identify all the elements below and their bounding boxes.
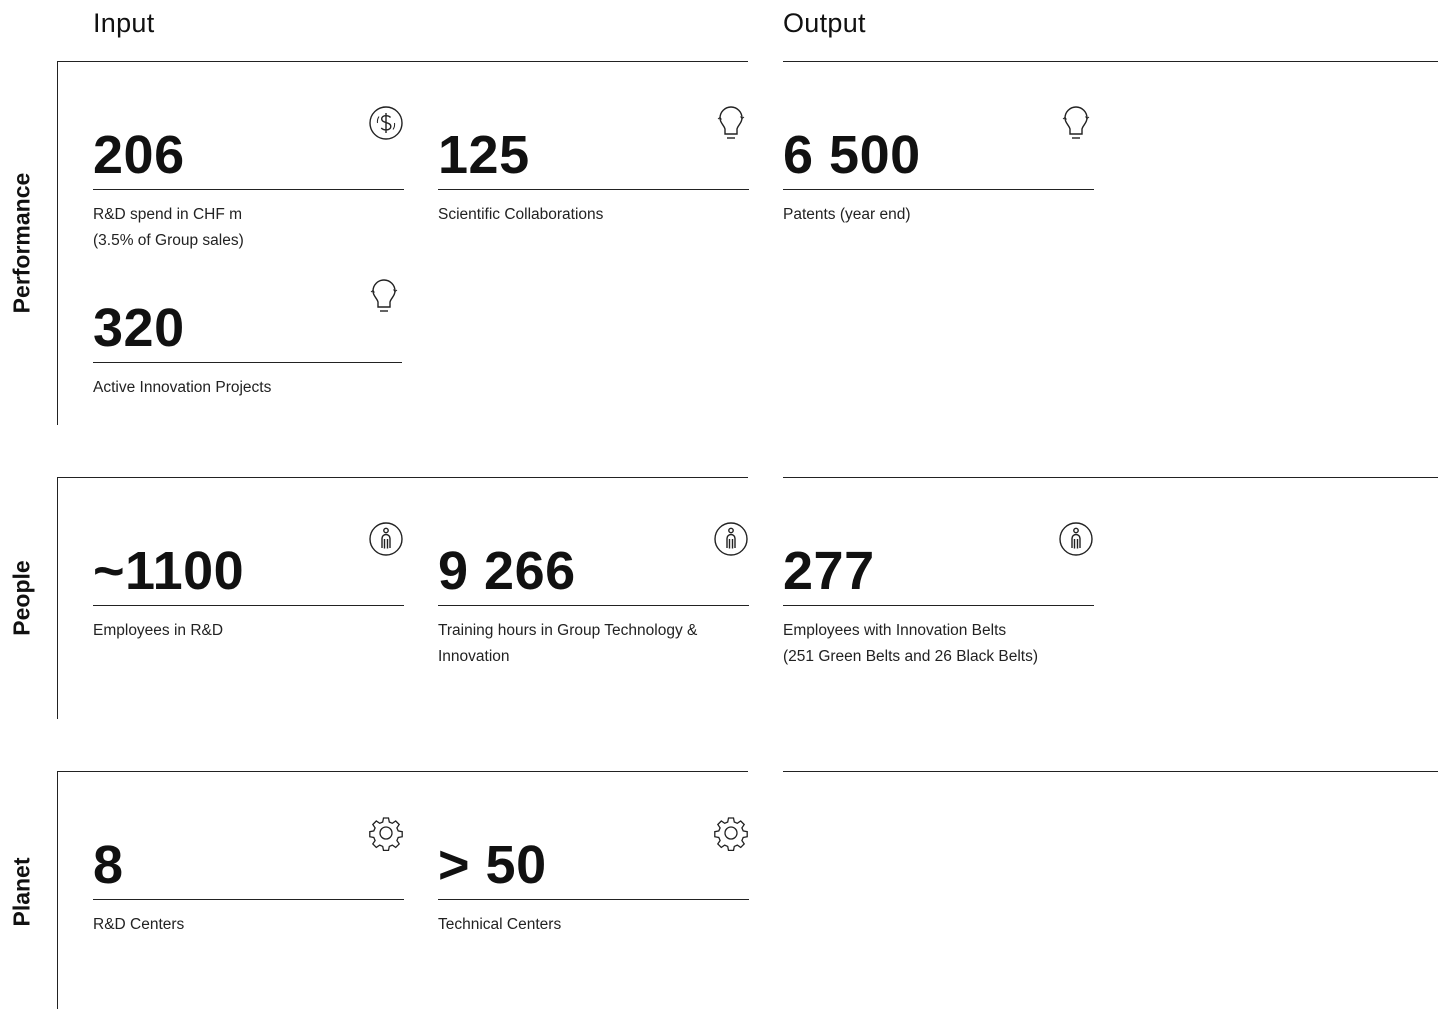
- output-column-heading: Output: [783, 8, 866, 38]
- kpi-label: Employees with Innovation Belts (251 Gre…: [783, 622, 1039, 665]
- row-label-people: People: [8, 560, 35, 636]
- kpi-value: ~1100: [93, 541, 245, 601]
- kpi-label: Scientific Collaborations: [438, 206, 604, 223]
- kpi-value: 206: [93, 125, 185, 185]
- lightbulb-icon: [366, 278, 402, 314]
- row-label-planet: Planet: [8, 857, 35, 927]
- dollar-icon: [368, 105, 404, 141]
- kpi-label: R&D spend in CHF m (3.5% of Group sales): [93, 206, 244, 249]
- kpi-label: Patents (year end): [783, 206, 911, 223]
- lightbulb-icon: [713, 105, 749, 141]
- kpi-label: Employees in R&D: [93, 622, 224, 639]
- kpi-value: 8: [93, 835, 124, 895]
- input-column-heading: Input: [93, 8, 155, 38]
- kpi-value: 9 266: [438, 541, 576, 601]
- kpi-label: Training hours in Group Technology & Inn…: [438, 622, 698, 665]
- lightbulb-icon: [1058, 105, 1094, 141]
- person-icon: [368, 521, 404, 557]
- row-label-performance: Performance: [8, 172, 35, 314]
- gear-icon: [368, 815, 404, 851]
- kpi-label: Active Innovation Projects: [93, 379, 272, 396]
- kpi-label: R&D Centers: [93, 916, 185, 933]
- person-icon: [1058, 521, 1094, 557]
- person-icon: [713, 521, 749, 557]
- gear-icon: [713, 815, 749, 851]
- kpi-value: 277: [783, 541, 875, 601]
- kpi-label: Technical Centers: [438, 916, 562, 933]
- kpi-value: > 50: [438, 835, 547, 895]
- kpi-value: 320: [93, 298, 185, 358]
- kpi-value: 6 500: [783, 125, 921, 185]
- kpi-value: 125: [438, 125, 530, 185]
